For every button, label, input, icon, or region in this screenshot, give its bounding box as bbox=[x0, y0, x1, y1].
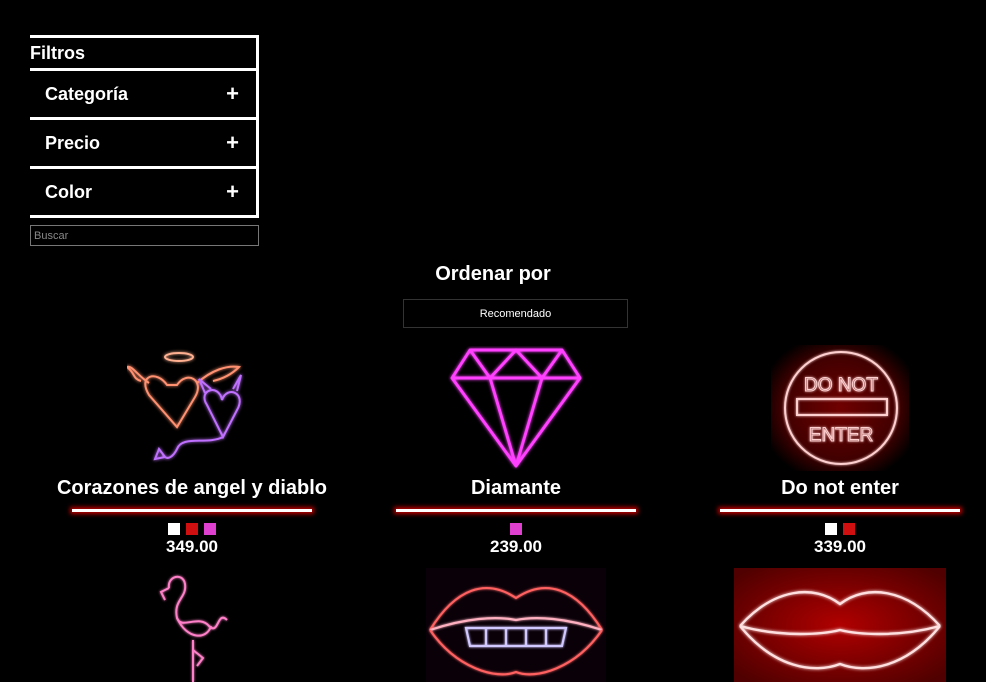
sort-title: Ordenar por bbox=[435, 263, 551, 285]
sign-text-top: DO NOT bbox=[804, 375, 878, 396]
product-card[interactable]: DO NOT ENTER Do not enter 339.00 bbox=[678, 344, 986, 557]
product-price: 349.00 bbox=[166, 537, 218, 556]
filter-price[interactable]: Precio + bbox=[30, 117, 259, 166]
filter-price-label: Precio bbox=[45, 132, 101, 153]
red-lips-icon bbox=[734, 568, 946, 682]
filters-title: Filtros bbox=[30, 35, 259, 68]
search-input[interactable] bbox=[30, 225, 259, 246]
filter-category-label: Categoría bbox=[45, 83, 129, 104]
swatch-red[interactable] bbox=[186, 523, 198, 535]
filter-color[interactable]: Color + bbox=[30, 166, 259, 218]
flamingo-icon bbox=[159, 575, 228, 682]
swatch-white[interactable] bbox=[825, 523, 837, 535]
product-card[interactable]: Diamante 239.00 bbox=[354, 344, 678, 557]
plus-icon[interactable]: + bbox=[226, 132, 239, 154]
plus-icon[interactable]: + bbox=[226, 83, 239, 105]
swatch-pink[interactable] bbox=[204, 523, 216, 535]
product-divider bbox=[396, 509, 636, 512]
diamond-icon bbox=[450, 348, 582, 468]
product-image[interactable]: DO NOT ENTER bbox=[678, 344, 986, 472]
sort-select[interactable]: Recomendado bbox=[403, 299, 628, 328]
product-card[interactable] bbox=[678, 568, 986, 682]
filter-category[interactable]: Categoría + bbox=[30, 68, 259, 117]
swatch-red[interactable] bbox=[843, 523, 855, 535]
product-divider bbox=[72, 509, 312, 512]
product-name[interactable]: Do not enter bbox=[678, 476, 986, 500]
color-swatches bbox=[678, 523, 986, 535]
plus-icon[interactable]: + bbox=[226, 181, 239, 203]
swatch-pink[interactable] bbox=[510, 523, 522, 535]
swatch-white[interactable] bbox=[168, 523, 180, 535]
product-image[interactable] bbox=[30, 344, 354, 472]
color-swatches bbox=[30, 523, 354, 535]
sign-text-bottom: ENTER bbox=[809, 425, 873, 446]
product-card[interactable] bbox=[30, 570, 354, 682]
color-swatches bbox=[354, 523, 678, 535]
angel-devil-hearts-icon bbox=[127, 352, 242, 461]
do-not-enter-sign-icon: DO NOT ENTER bbox=[771, 345, 909, 471]
lips-biting-icon bbox=[426, 568, 606, 682]
filters-panel: Filtros Categoría + Precio + Color + bbox=[30, 35, 259, 246]
product-price: 339.00 bbox=[814, 537, 866, 556]
product-image[interactable] bbox=[354, 344, 678, 472]
filter-color-label: Color bbox=[45, 181, 92, 202]
product-price: 239.00 bbox=[490, 537, 542, 556]
product-card[interactable] bbox=[354, 568, 678, 682]
product-name[interactable]: Diamante bbox=[354, 476, 678, 500]
product-card[interactable]: Corazones de angel y diablo 349.00 bbox=[30, 344, 354, 557]
product-divider bbox=[720, 509, 960, 512]
product-name[interactable]: Corazones de angel y diablo bbox=[30, 476, 354, 500]
